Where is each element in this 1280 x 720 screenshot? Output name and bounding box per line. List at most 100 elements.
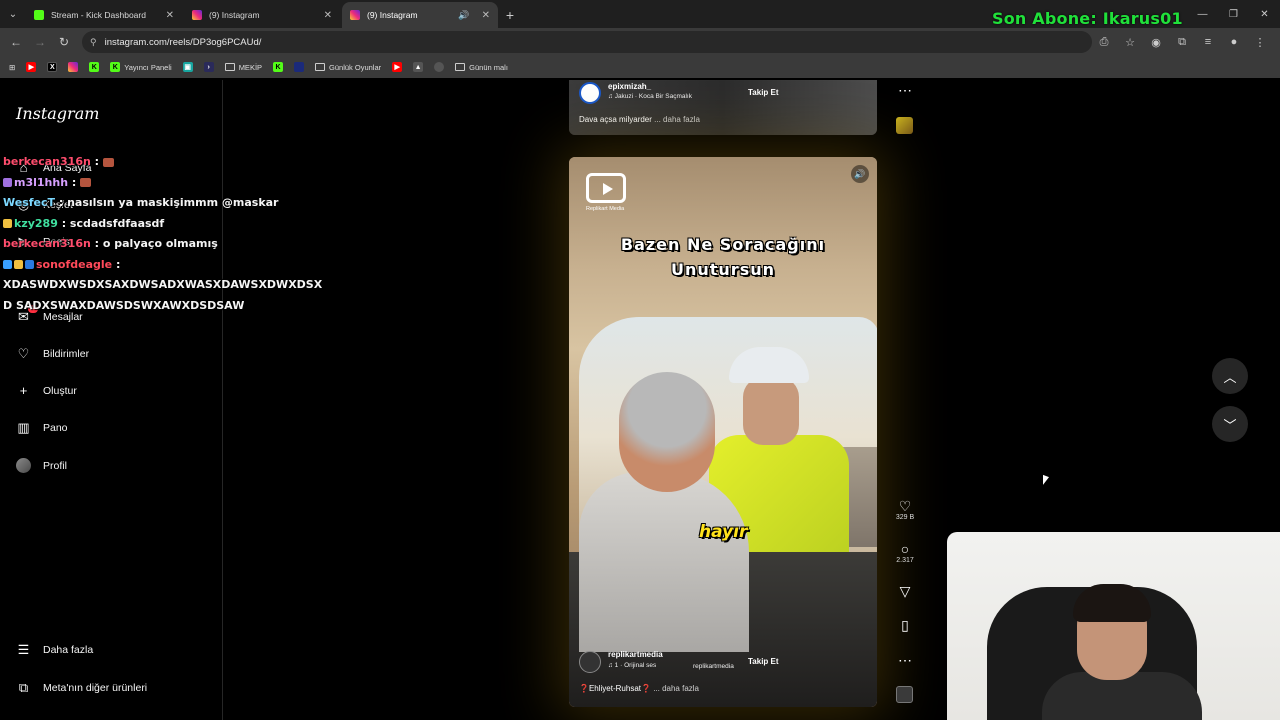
tab-instagram-2[interactable]: (9) Instagram 🔊 ✕ — [342, 2, 498, 28]
close-window-icon[interactable]: ✕ — [1249, 0, 1280, 28]
reel-music[interactable]: ♫ 1 · Orijinal ses — [608, 662, 656, 669]
bookmark-label: MEKİP — [238, 62, 263, 72]
bookmark-gunluk-oyunlar[interactable]: Günlük Oyunlar — [312, 63, 384, 72]
window-controls: — ❐ ✕ — [1187, 0, 1280, 28]
reel-music[interactable]: ♫ Jakuzi · Koca Bir Saçmalık — [608, 93, 692, 100]
audio-icon[interactable]: 🔊 — [458, 10, 469, 21]
comment-button[interactable]: ○ 2.317 — [893, 541, 917, 564]
reel-username[interactable]: replikartmedia — [608, 650, 663, 659]
chat-text: : — [68, 175, 77, 189]
chat-text: : o palyaço olmamış — [90, 237, 218, 250]
bookmark-x[interactable]: X — [44, 62, 60, 72]
chat-text: : nasılsın ya maskişimmm @maskar — [55, 196, 279, 209]
bookmark-globe[interactable] — [431, 62, 447, 72]
speaker-icon[interactable]: 🔊 — [851, 165, 869, 183]
avatar[interactable] — [579, 651, 601, 673]
chat-text: : — [90, 155, 100, 168]
reload-button[interactable]: ↻ — [52, 30, 76, 54]
url-text: instagram.com/reels/DP3og6PCAUd/ — [104, 36, 262, 48]
reel-caption[interactable]: ❓Ehliyet-Ruhsat❓ ... daha fazla — [579, 684, 699, 693]
instagram-icon — [192, 10, 202, 20]
brand-label: Replikart Media — [586, 206, 625, 212]
sidebar-item-dashboard[interactable]: ▥ Pano — [16, 419, 67, 435]
bookmark-mekip[interactable]: MEKİP — [222, 63, 265, 72]
youtube-icon: ▶ — [392, 62, 403, 72]
minimize-icon[interactable]: — — [1187, 0, 1218, 28]
chat-message: berkecan316n : o palyaço olmamış — [3, 234, 323, 255]
driver — [579, 372, 749, 652]
chat-username: berkecan316n — [3, 237, 91, 250]
new-tab-button[interactable]: + — [500, 2, 520, 28]
avatar[interactable] — [579, 82, 601, 104]
bookmark-kick[interactable]: K — [86, 62, 102, 72]
reel-more-button[interactable]: ⋯ — [893, 652, 917, 668]
reel-video[interactable]: Replikart Media 🔊 Bazen Ne Soracağını Un… — [569, 157, 877, 707]
site-info-icon[interactable]: ⚲ — [90, 37, 97, 48]
follow-button[interactable]: Takip Et — [748, 657, 779, 666]
install-app-icon[interactable]: ⎙ — [1092, 30, 1116, 54]
instagram-icon — [68, 62, 79, 72]
profile-icon[interactable]: ● — [1222, 30, 1246, 54]
close-icon[interactable]: ✕ — [166, 10, 174, 21]
bookmark-yayinci-paneli[interactable]: K Yayıncı Paneli — [107, 62, 174, 72]
bookmark-instagram[interactable] — [65, 62, 81, 72]
close-icon[interactable]: ✕ — [324, 10, 332, 21]
save-button[interactable]: ▯ — [893, 617, 917, 633]
extensions-puzzle-icon[interactable]: ⧉ — [1170, 30, 1194, 54]
next-reel-button[interactable]: ﹀ — [1212, 406, 1248, 442]
instagram-logo[interactable]: Instagram — [16, 104, 99, 123]
sidebar-item-create[interactable]: + Oluştur — [16, 383, 77, 398]
sidebar-item-notifications[interactable]: ♡ Bildirimler — [16, 346, 89, 361]
driver-head — [619, 372, 715, 492]
badge-icon — [3, 178, 12, 187]
bookmark-image[interactable]: ▲ — [410, 62, 426, 72]
maximize-icon[interactable]: ❐ — [1218, 0, 1249, 28]
chat-text: : — [112, 257, 121, 271]
bookmark-blue[interactable] — [291, 62, 307, 72]
tab-instagram-1[interactable]: (9) Instagram ✕ — [184, 2, 340, 28]
chat-username: berkecan316n — [3, 155, 91, 168]
media-control-icon[interactable]: ≡ — [1196, 30, 1220, 54]
bookmark-star-icon[interactable]: ☆ — [1118, 30, 1142, 54]
bookmark-app[interactable]: ▣ — [180, 62, 196, 72]
chat-message: sonofdeagle : — [3, 255, 323, 276]
bookmark-kick-2[interactable]: K — [270, 62, 286, 72]
apps-icon[interactable]: ⊞ — [6, 63, 18, 72]
dashboard-icon: ▥ — [17, 419, 30, 435]
address-bar[interactable]: ⚲ instagram.com/reels/DP3og6PCAUd/ — [82, 31, 1092, 53]
more-link[interactable]: ... daha fazla — [653, 684, 699, 693]
avatar — [16, 458, 31, 473]
extension-icon[interactable]: ◉ — [1144, 30, 1168, 54]
share-button[interactable]: ▽ — [893, 583, 917, 599]
badge-icon — [25, 260, 34, 269]
chat-message: XDASWDXWSDXSAXDWSADXWASXDAWSXDWXDSXD SAD… — [3, 278, 323, 312]
mouse-cursor-icon — [1043, 474, 1049, 488]
reel-caption[interactable]: Dava açsa milyarder ... daha fazla — [579, 115, 700, 124]
follow-button[interactable]: Takip Et — [748, 88, 779, 97]
more-link[interactable]: ... daha fazla — [654, 115, 700, 124]
audio-thumbnail[interactable] — [896, 686, 913, 703]
sidebar-item-meta[interactable]: ⧉ Meta'nın diğer ürünleri — [16, 680, 147, 695]
tab-search-icon[interactable]: ⌄ — [0, 0, 26, 28]
sidebar-item-profile[interactable]: Profil — [16, 458, 67, 473]
more-options-icon[interactable]: ⋯ — [893, 82, 917, 98]
bookmark-youtube-2[interactable]: ▶ — [389, 62, 405, 72]
comment-icon: ○ — [900, 541, 910, 557]
bookmark-prime[interactable]: › — [201, 62, 217, 72]
back-button[interactable]: ← — [4, 30, 28, 54]
kick-icon: K — [110, 62, 121, 72]
menu-kebab-icon[interactable]: ⋮ — [1248, 30, 1272, 54]
forward-button[interactable]: → — [28, 30, 52, 54]
previous-reel[interactable]: epixmizah_ ♫ Jakuzi · Koca Bir Saçmalık … — [569, 80, 877, 135]
close-icon[interactable]: ✕ — [482, 10, 490, 21]
audio-thumbnail[interactable] — [896, 117, 913, 134]
bookmark-gunun-mali[interactable]: Günün malı — [452, 63, 511, 72]
reel-username[interactable]: epixmizah_ — [608, 82, 651, 91]
bookmark-youtube[interactable]: ▶ — [23, 62, 39, 72]
previous-reel-button[interactable]: ︿ — [1212, 358, 1248, 394]
kick-icon: K — [273, 62, 284, 72]
tab-kick-dashboard[interactable]: Stream - Kick Dashboard ✕ — [26, 2, 182, 28]
reel-music-author[interactable]: replikartmedia — [693, 663, 734, 670]
sidebar-item-more[interactable]: ☰ Daha fazla — [16, 642, 94, 657]
like-button[interactable]: ♡ 329 B — [893, 498, 917, 521]
